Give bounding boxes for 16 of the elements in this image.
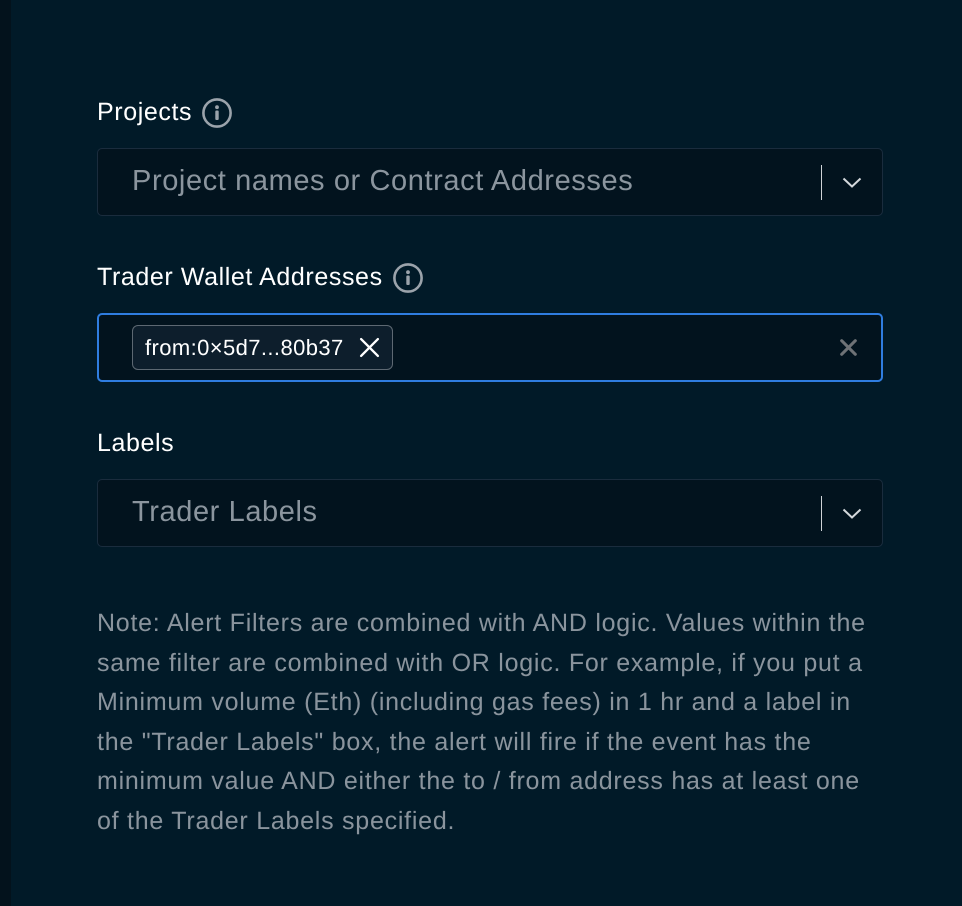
field-label: Labels bbox=[97, 428, 174, 460]
info-icon[interactable] bbox=[392, 263, 423, 293]
clear-icon[interactable] bbox=[840, 339, 857, 356]
info-icon[interactable] bbox=[202, 98, 232, 128]
chevron-down-icon[interactable] bbox=[842, 508, 862, 518]
field-label: Trader Wallet Addresses bbox=[97, 262, 383, 294]
tag-text: from:0×5d7...80b37 bbox=[145, 334, 344, 362]
remove-tag-icon[interactable] bbox=[358, 337, 380, 358]
field-label: Projects bbox=[97, 97, 192, 128]
tag-input-field[interactable]: from:0×5d7...80b37 bbox=[97, 313, 883, 382]
select-placeholder: Trader Labels bbox=[132, 495, 318, 530]
select-field[interactable]: Project names or Contract Addresses bbox=[97, 148, 883, 216]
select-placeholder: Project names or Contract Addresses bbox=[132, 164, 634, 200]
select-field[interactable]: Trader Labels bbox=[97, 479, 883, 547]
note-text: Note: Alert Filters are combined with AND logic. Values within the same filter are combined with OR logic. For example, if you put a Minimum volume (Eth) (including gas fees) in 1 hr and a label in the "Trader Labels" box, the alert will fire if the event has the minimum value AND either the to / from address has at least one of the Trader Labels specified. bbox=[97, 608, 867, 837]
chevron-down-icon[interactable] bbox=[842, 176, 862, 188]
